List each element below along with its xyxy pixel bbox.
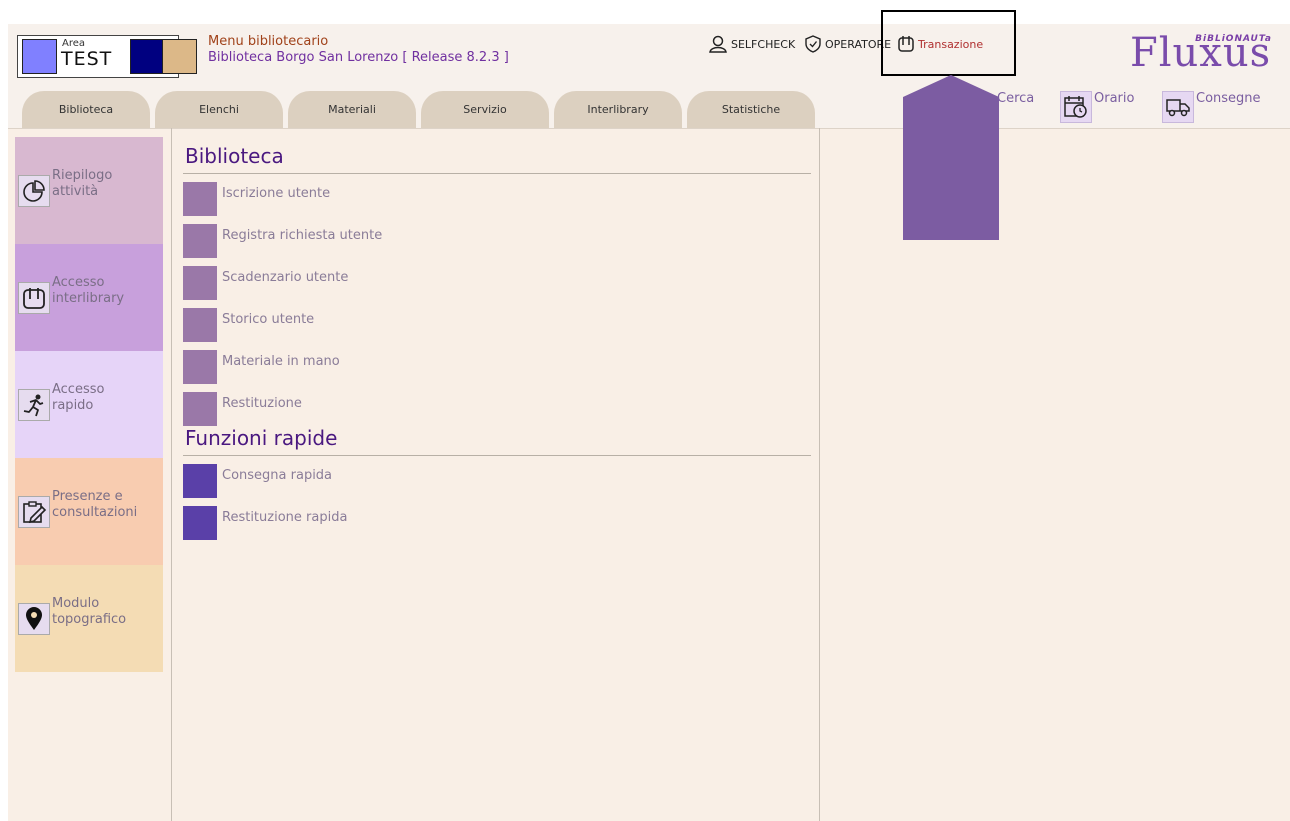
header-divider: [8, 128, 1290, 129]
selfcheck-link[interactable]: SELFCHECK: [708, 35, 795, 53]
menu-item-icon: [183, 266, 217, 300]
menu-item-label: Materiale in mano: [222, 354, 340, 369]
sidebar-label-line: attività: [52, 183, 99, 199]
menu-item-label: Restituzione: [222, 396, 302, 411]
sidebar-item-label: Accesso interlibrary: [52, 275, 124, 307]
area-color-swatch: [22, 39, 57, 74]
sidebar-label-line: Presenze e: [52, 488, 123, 504]
main-divider: [819, 128, 820, 821]
sidebar-item-label: Riepilogo attività: [52, 168, 112, 200]
menu-item-label: Consegna rapida: [222, 468, 333, 483]
area-color-swatch: [130, 39, 165, 74]
menu-item-iscrizione-utente[interactable]: Iscrizione utente: [183, 182, 811, 224]
shield-check-icon: [805, 35, 821, 53]
user-icon: [709, 35, 727, 53]
menu-item-label: Registra richiesta utente: [222, 228, 383, 243]
truck-icon: [1162, 91, 1194, 123]
area-name: TEST: [61, 48, 113, 70]
tab-interlibrary[interactable]: Interlibrary: [554, 91, 682, 128]
calendar-clock-icon: [1060, 91, 1092, 123]
menu-item-consegna-rapida[interactable]: Consegna rapida: [183, 464, 811, 506]
pie-chart-icon: [18, 174, 50, 207]
sidebar-item-interlibrary[interactable]: Accesso interlibrary: [15, 244, 163, 351]
section-title-biblioteca: Biblioteca: [183, 144, 811, 174]
sidebar-label-line: Accesso: [52, 274, 105, 290]
tab-materiali[interactable]: Materiali: [288, 91, 416, 128]
menu-item-label: Scadenzario utente: [222, 270, 349, 285]
interlibrary-icon: [18, 281, 50, 314]
menu-item-label: Restituzione rapida: [222, 510, 348, 525]
annotation-arrow: [903, 75, 999, 240]
sidebar-label-line: rapido: [52, 397, 94, 413]
sidebar: Riepilogo attività Accesso interlibrary Ac…: [15, 137, 163, 672]
menu-item-icon: [183, 392, 217, 426]
header: Area TEST Menu bibliotecario Biblioteca …: [8, 10, 1290, 128]
runner-icon: [18, 388, 50, 421]
tab-statistiche[interactable]: Statistiche: [687, 91, 815, 128]
consegne-link[interactable]: Consegne: [1162, 91, 1261, 123]
menu-item-registra-richiesta[interactable]: Registra richiesta utente: [183, 224, 811, 266]
sidebar-item-riepilogo[interactable]: Riepilogo attività: [15, 137, 163, 244]
menu-item-scadenzario[interactable]: Scadenzario utente: [183, 266, 811, 308]
menu-title: Menu bibliotecario: [208, 34, 329, 49]
sidebar-item-label: Modulo topografico: [52, 596, 126, 628]
menu-item-icon: [183, 182, 217, 216]
map-pin-icon: [18, 602, 50, 635]
menu-item-label: Storico utente: [222, 312, 315, 327]
tab-servizio[interactable]: Servizio: [421, 91, 549, 128]
tab-biblioteca[interactable]: Biblioteca: [22, 91, 150, 128]
sidebar-label-line: Modulo: [52, 595, 100, 611]
sidebar-divider: [171, 128, 172, 821]
orario-link[interactable]: Orario: [1060, 91, 1134, 123]
menu-item-label: Iscrizione utente: [222, 186, 331, 201]
menu-item-icon: [183, 464, 217, 498]
fluxus-logo: Fluxus BiBLiONAUTa: [1126, 30, 1278, 76]
sidebar-label-line: interlibrary: [52, 290, 125, 306]
main-tabs: Biblioteca Elenchi Materiali Servizio In…: [22, 91, 820, 128]
edit-icon: [18, 495, 50, 528]
sidebar-label-line: topografico: [52, 611, 127, 627]
orario-label: Orario: [1094, 91, 1135, 106]
sidebar-item-accesso-rapido[interactable]: Accesso rapido: [15, 351, 163, 458]
menu-item-icon: [183, 350, 217, 384]
highlight-box: [881, 10, 1016, 76]
menu-item-restituzione-rapida[interactable]: Restituzione rapida: [183, 506, 811, 548]
sidebar-label-line: consultazioni: [52, 504, 138, 520]
sidebar-item-presenze[interactable]: Presenze e consultazioni: [15, 458, 163, 565]
section-title-funzioni-rapide: Funzioni rapide: [183, 426, 811, 456]
tab-elenchi[interactable]: Elenchi: [155, 91, 283, 128]
sidebar-item-modulo-topografico[interactable]: Modulo topografico: [15, 565, 163, 672]
menu-item-storico[interactable]: Storico utente: [183, 308, 811, 350]
menu-item-icon: [183, 224, 217, 258]
consegne-label: Consegne: [1196, 91, 1261, 106]
area-test-badge[interactable]: Area TEST: [17, 35, 197, 78]
menu-item-icon: [183, 308, 217, 342]
sidebar-item-label: Presenze e consultazioni: [52, 489, 137, 521]
library-release: Biblioteca Borgo San Lorenzo [ Release 8…: [208, 50, 509, 65]
sidebar-label-line: Riepilogo: [52, 167, 113, 183]
cerca-label: Cerca: [997, 91, 1035, 106]
operatore-link[interactable]: OPERATORE: [804, 35, 891, 53]
app-window: Area TEST Menu bibliotecario Biblioteca …: [8, 10, 1290, 821]
menu-item-materiale-in-mano[interactable]: Materiale in mano: [183, 350, 811, 392]
sidebar-item-label: Accesso rapido: [52, 382, 104, 414]
selfcheck-label: SELFCHECK: [731, 37, 796, 51]
main-panel: Biblioteca Iscrizione utente Registra ri…: [183, 144, 811, 548]
menu-item-icon: [183, 506, 217, 540]
sidebar-label-line: Accesso: [52, 381, 105, 397]
area-color-swatch: [162, 39, 197, 74]
logo-tagline: BiBLiONAUTa: [1195, 34, 1272, 44]
